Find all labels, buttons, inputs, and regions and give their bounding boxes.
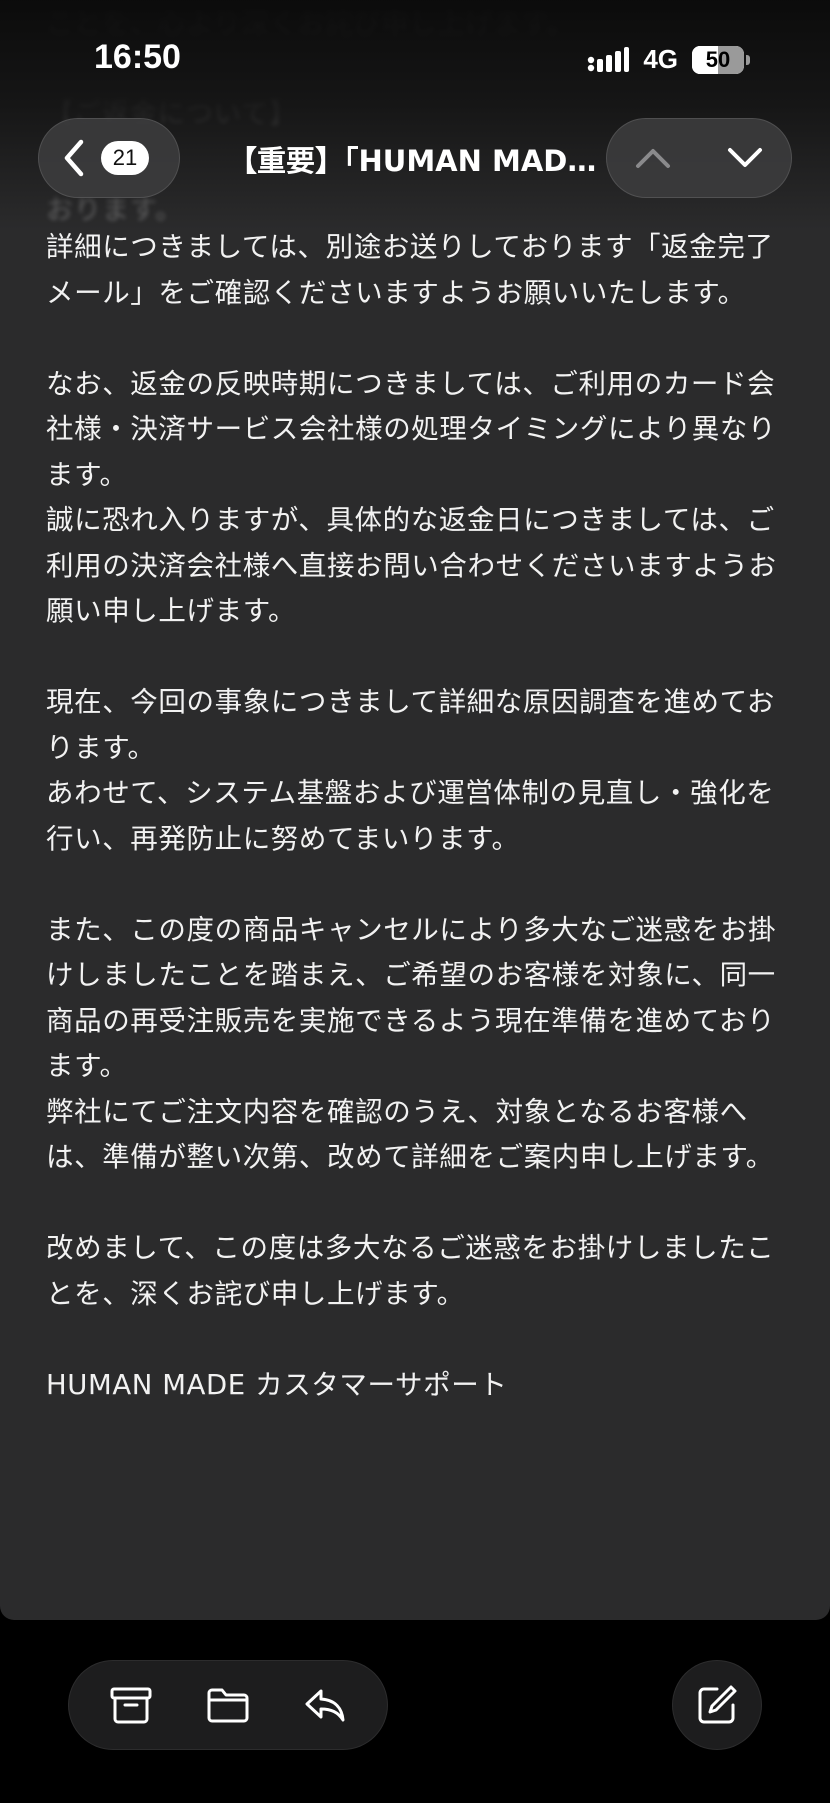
cellular-signal-icon <box>588 46 630 72</box>
body-paragraph: あわせて、システム基盤および運営体制の見直し・強化を行い、再発防止に努めてまいり… <box>46 777 775 855</box>
body-paragraph: 改めまして、この度は多大なるご迷惑をお掛けしましたことを、深くお詫び申し上げます… <box>46 1232 775 1310</box>
back-button[interactable]: 21 <box>38 118 180 198</box>
chevron-left-icon <box>64 139 84 177</box>
previous-message-button[interactable] <box>623 128 683 188</box>
battery-icon: 50 <box>692 45 750 74</box>
mail-content[interactable]: ことを、心より深くお詫び申し上げます。 【ご返金について】 おります。 詳細につ… <box>0 0 830 1620</box>
status-time: 16:50 <box>94 38 181 76</box>
body-paragraph: 誠に恐れ入りますが、具体的な返金日につきましては、ご利用の決済会社様へ直接お問い… <box>46 504 777 627</box>
signature: HUMAN MADE カスタマーサポート <box>46 1368 508 1401</box>
body-paragraph: また、この度の商品キャンセルにより多大なご迷惑をお掛けしましたことを踏まえ、ご希… <box>46 913 777 1083</box>
network-type: 4G <box>643 44 678 74</box>
compose-icon <box>698 1685 737 1724</box>
mail-actions-toolbar <box>68 1660 388 1750</box>
unread-count-badge: 21 <box>101 141 149 175</box>
body-paragraph: 弊社にてご注文内容を確認のうえ、対象となるお客様へは、準備が整い次第、改めて詳細… <box>46 1095 774 1174</box>
chevron-up-icon <box>636 149 670 168</box>
archive-box-icon <box>110 1687 152 1724</box>
move-to-folder-button[interactable] <box>193 1670 263 1740</box>
message-navigation <box>606 118 792 198</box>
next-message-button[interactable] <box>715 128 775 188</box>
mail-screen: ことを、心より深くお詫び申し上げます。 【ご返金について】 おります。 詳細につ… <box>0 0 830 1803</box>
faded-text-line: ことを、心より深くお詫び申し上げます。 <box>46 9 575 40</box>
archive-button[interactable] <box>96 1670 166 1740</box>
chevron-down-icon <box>728 148 762 167</box>
folder-icon <box>207 1688 249 1723</box>
body-paragraph: なお、返金の反映時期につきましては、ご利用のカード会社様・決済サービス会社様の処… <box>46 367 777 491</box>
body-paragraph: 詳細につきましては、別途お送りしております「返金完了メール」をご確認くださいます… <box>46 231 774 309</box>
mail-body: 詳細につきましては、別途お送りしております「返金完了メール」をご確認くださいます… <box>46 225 786 1408</box>
mail-subject-title: 【重要】「HUMAN MADE… <box>228 144 608 178</box>
compose-button[interactable] <box>672 1660 762 1750</box>
reply-button[interactable] <box>290 1670 360 1740</box>
reply-arrow-icon <box>305 1689 345 1722</box>
battery-level: 50 <box>705 46 731 72</box>
status-indicators: 4G 50 <box>587 44 750 75</box>
body-paragraph: 現在、今回の事象につきまして詳細な原因調査を進めております。 <box>46 686 775 764</box>
